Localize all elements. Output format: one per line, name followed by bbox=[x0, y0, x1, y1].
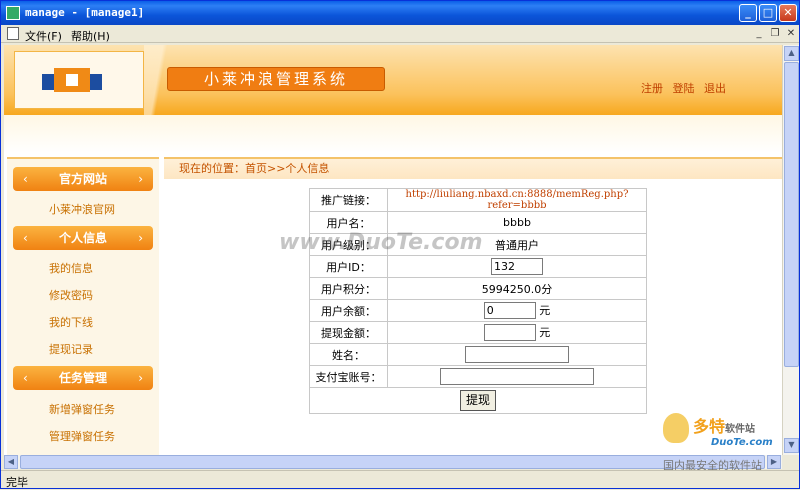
table-row: 提现金额： 元 bbox=[309, 321, 647, 344]
scroll-up-icon[interactable]: ▲ bbox=[784, 46, 799, 61]
withdraw-amount-field[interactable] bbox=[483, 324, 536, 342]
app-window: manage - [manage1] _ □ ✕ 文件(F) 帮助(H) _ ❐… bbox=[0, 0, 800, 489]
child-restore-button[interactable]: ❐ bbox=[769, 28, 781, 40]
chevron-right-icon: › bbox=[138, 172, 143, 186]
site-title: 小莱冲浪管理系统 bbox=[167, 67, 385, 91]
scroll-left-icon[interactable]: ◀ bbox=[4, 455, 18, 469]
vertical-scroll-thumb[interactable] bbox=[784, 62, 799, 367]
name-label: 姓名： bbox=[309, 343, 388, 366]
sidebar-section-profile[interactable]: ‹ 个人信息 › bbox=[13, 226, 153, 250]
sidebar-item-my-downline[interactable]: 我的下线 bbox=[49, 314, 93, 330]
table-row: 支付宝账号： bbox=[309, 365, 647, 388]
sidebar-item-withdraw-records[interactable]: 提现记录 bbox=[49, 341, 93, 357]
site-header: 小莱冲浪管理系统 注册 登陆 退出 bbox=[4, 45, 782, 115]
user-balance-label: 用户余额： bbox=[309, 299, 388, 322]
sidebar-section-tasks[interactable]: ‹ 任务管理 › bbox=[13, 366, 153, 390]
table-row: 用户积分： 5994250.0分 bbox=[309, 277, 647, 300]
user-id-label: 用户ID： bbox=[309, 255, 388, 278]
name-field[interactable] bbox=[465, 346, 569, 363]
register-link[interactable]: 注册 bbox=[641, 82, 663, 95]
page-viewport: 小莱冲浪管理系统 注册 登陆 退出 ‹ 官方网站 › 小莱冲浪官网 ‹ 个人信息… bbox=[4, 45, 782, 455]
alipay-account-field[interactable] bbox=[440, 368, 594, 385]
menu-bar: 文件(F) 帮助(H) _ ❐ ✕ bbox=[1, 25, 799, 43]
yuan-unit: 元 bbox=[539, 325, 551, 339]
sidebar-item-manage-popup-task[interactable]: 管理弹窗任务 bbox=[49, 428, 115, 444]
sidebar-item-official-site[interactable]: 小莱冲浪官网 bbox=[49, 201, 115, 217]
sidebar: ‹ 官方网站 › 小莱冲浪官网 ‹ 个人信息 › 我的信息 修改密码 我的下线 … bbox=[7, 157, 159, 455]
table-row: 提现 bbox=[309, 387, 647, 414]
window-title: manage - [manage1] bbox=[25, 6, 145, 19]
yuan-unit: 元 bbox=[539, 303, 551, 317]
chevron-left-icon: ‹ bbox=[23, 371, 28, 385]
logo-icon bbox=[42, 68, 102, 92]
minimize-button[interactable]: _ bbox=[739, 4, 757, 22]
table-row: 用户ID： 132 bbox=[309, 255, 647, 278]
table-row: 用户余额： 0 元 bbox=[309, 299, 647, 322]
chevron-right-icon: › bbox=[138, 231, 143, 245]
sidebar-item-change-password[interactable]: 修改密码 bbox=[49, 287, 93, 303]
chevron-left-icon: ‹ bbox=[23, 231, 28, 245]
app-icon bbox=[6, 6, 20, 20]
status-bar: 完毕 bbox=[1, 470, 799, 489]
breadcrumb: 现在的位置：首页>>个人信息 bbox=[164, 157, 782, 179]
login-link[interactable]: 登陆 bbox=[673, 82, 695, 95]
sidebar-section-official[interactable]: ‹ 官方网站 › bbox=[13, 167, 153, 191]
menu-file[interactable]: 文件(F) bbox=[25, 28, 62, 44]
chevron-left-icon: ‹ bbox=[23, 172, 28, 186]
menu-help[interactable]: 帮助(H) bbox=[71, 28, 110, 44]
status-text: 完毕 bbox=[6, 476, 28, 489]
horizontal-scroll-thumb[interactable] bbox=[20, 455, 765, 469]
child-close-button[interactable]: ✕ bbox=[785, 28, 797, 40]
watermark: www.DuoTe.com bbox=[279, 230, 483, 255]
table-row: 推广链接： http://liuliang.nbaxd.cn:8888/memR… bbox=[309, 188, 647, 212]
chevron-right-icon: › bbox=[138, 371, 143, 385]
user-info-form: 推广链接： http://liuliang.nbaxd.cn:8888/memR… bbox=[309, 188, 647, 414]
maximize-button[interactable]: □ bbox=[759, 4, 777, 22]
sidebar-item-my-info[interactable]: 我的信息 bbox=[49, 260, 93, 276]
child-minimize-button[interactable]: _ bbox=[753, 28, 765, 40]
user-points-label: 用户积分： bbox=[309, 277, 388, 300]
title-bar[interactable]: manage - [manage1] _ □ ✕ bbox=[1, 1, 799, 25]
table-row: 姓名： bbox=[309, 343, 647, 366]
withdraw-submit-button[interactable]: 提现 bbox=[459, 390, 496, 411]
promo-link-label: 推广链接： bbox=[309, 188, 388, 212]
duote-brand-logo: 多特软件站 DuoTe.com 国内最安全的软件站 bbox=[663, 413, 793, 473]
user-points-value: 5994250.0分 bbox=[387, 277, 647, 300]
alipay-account-label: 支付宝账号： bbox=[309, 365, 388, 388]
withdraw-amount-label: 提现金额： bbox=[309, 321, 388, 344]
mascot-icon bbox=[663, 413, 689, 443]
vertical-scrollbar[interactable]: ▲ ▼ bbox=[782, 45, 799, 455]
sidebar-item-add-popup-task[interactable]: 新增弹窗任务 bbox=[49, 401, 115, 417]
header-links: 注册 登陆 退出 bbox=[635, 80, 726, 96]
user-id-field[interactable]: 132 bbox=[491, 258, 543, 275]
document-icon bbox=[7, 27, 19, 40]
close-button[interactable]: ✕ bbox=[779, 4, 797, 22]
logout-link[interactable]: 退出 bbox=[704, 82, 726, 95]
promo-link-value[interactable]: http://liuliang.nbaxd.cn:8888/memReg.php… bbox=[387, 188, 647, 212]
balance-field[interactable]: 0 bbox=[483, 302, 536, 320]
